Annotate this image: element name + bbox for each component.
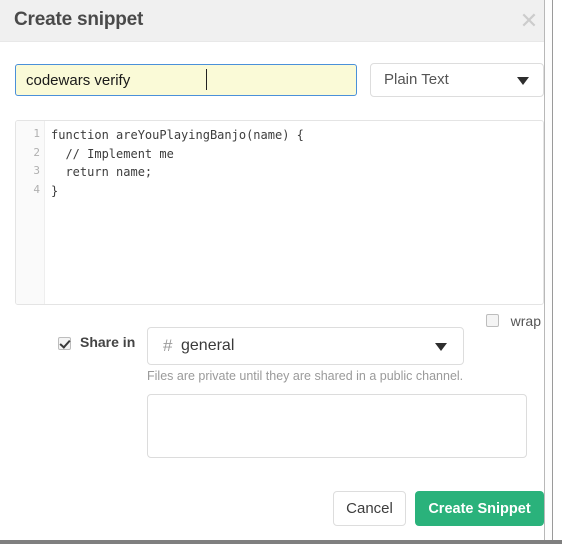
share-in-label: Share in bbox=[80, 334, 136, 350]
add-comment-input[interactable] bbox=[147, 394, 527, 458]
wrap-toggle-row: wrap bbox=[486, 312, 541, 330]
wrap-checkbox[interactable] bbox=[486, 314, 500, 328]
code-line: // Implement me bbox=[51, 146, 174, 161]
create-snippet-dialog: Create snippet ✕ Plain Text 1 2 3 4 func… bbox=[0, 0, 553, 540]
snippet-title-input[interactable] bbox=[15, 64, 357, 96]
share-help-text: Files are private until they are shared … bbox=[147, 369, 464, 383]
snippet-type-select[interactable]: Plain Text bbox=[370, 63, 544, 97]
line-number: 3 bbox=[33, 164, 40, 177]
line-number: 1 bbox=[33, 127, 40, 140]
snippet-type-value: Plain Text bbox=[384, 71, 449, 88]
channel-name: general bbox=[181, 337, 235, 354]
create-snippet-button[interactable]: Create Snippet bbox=[415, 491, 544, 526]
code-line: return name; bbox=[51, 165, 153, 179]
vertical-scrollbar[interactable] bbox=[544, 0, 553, 540]
code-line: } bbox=[51, 183, 59, 198]
chevron-down-icon bbox=[435, 343, 447, 351]
text-caret bbox=[206, 69, 207, 90]
page-title: Create snippet bbox=[14, 9, 144, 30]
hash-icon: # bbox=[163, 336, 173, 355]
wrap-label: wrap bbox=[510, 312, 541, 329]
dialog-header: Create snippet ✕ bbox=[0, 0, 553, 42]
share-in-checkbox[interactable] bbox=[58, 337, 71, 350]
editor-code-area[interactable]: function areYouPlayingBanjo(name) { // I… bbox=[45, 121, 543, 304]
code-line: function areYouPlayingBanjo(name) { bbox=[51, 128, 304, 142]
close-icon[interactable]: ✕ bbox=[515, 8, 543, 36]
editor-gutter: 1 2 3 4 bbox=[16, 121, 45, 304]
line-number: 2 bbox=[33, 145, 40, 159]
code-editor[interactable]: 1 2 3 4 function areYouPlayingBanjo(name… bbox=[15, 120, 544, 305]
line-number: 4 bbox=[33, 182, 40, 196]
cancel-button[interactable]: Cancel bbox=[333, 491, 406, 526]
chevron-down-icon bbox=[517, 77, 529, 85]
window-bottom-edge bbox=[0, 540, 562, 544]
channel-select[interactable]: # general bbox=[147, 327, 464, 365]
